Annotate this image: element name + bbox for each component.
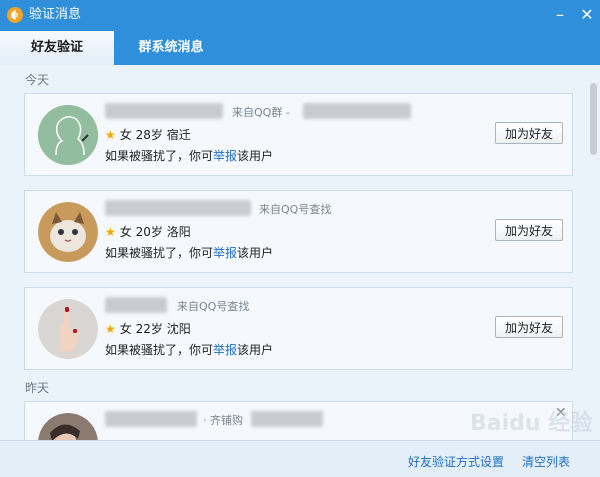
group-name-redacted bbox=[303, 103, 411, 119]
verification-window: 验证消息 – ✕ 好友验证 群系统消息 今天 来自QQ群 - ★ 女 28岁 宿迁… bbox=[0, 0, 600, 477]
section-yesterday: 昨天 bbox=[25, 381, 50, 395]
gender: 女 bbox=[119, 128, 132, 142]
default-avatar-icon bbox=[38, 105, 98, 165]
star-icon: ★ bbox=[105, 128, 116, 142]
report-hint: 如果被骚扰了，你可举报该用户 bbox=[105, 343, 274, 357]
close-window-button[interactable]: ✕ bbox=[576, 4, 598, 26]
profile-info: ★ 女 28岁 宿迁 bbox=[105, 126, 191, 143]
request-source: · 齐铺购 bbox=[203, 414, 243, 427]
tab-group-system-messages[interactable]: 群系统消息 bbox=[114, 31, 228, 65]
request-source: 来自QQ群 - bbox=[232, 106, 290, 119]
title-bar[interactable]: 验证消息 – ✕ bbox=[0, 0, 600, 31]
username-redacted bbox=[105, 200, 251, 216]
clear-list-link[interactable]: 清空列表 bbox=[522, 453, 570, 470]
section-today: 今天 bbox=[25, 73, 50, 87]
add-friend-button[interactable]: 加为好友 bbox=[495, 219, 563, 241]
age: 28岁 bbox=[135, 128, 163, 142]
city: 宿迁 bbox=[166, 128, 191, 142]
city: 沈阳 bbox=[166, 322, 191, 336]
report-hint: 如果被骚扰了，你可举报该用户 bbox=[105, 246, 274, 260]
report-hint: 如果被骚扰了，你可举报该用户 bbox=[105, 149, 274, 163]
report-link[interactable]: 举报 bbox=[213, 149, 237, 163]
report-link[interactable]: 举报 bbox=[213, 246, 237, 260]
footer-bar: 好友验证方式设置 清空列表 bbox=[0, 440, 600, 477]
profile-info: ★ 女 20岁 洛阳 bbox=[105, 223, 191, 240]
username-redacted bbox=[105, 103, 223, 119]
add-friend-button[interactable]: 加为好友 bbox=[495, 122, 563, 144]
gender: 女 bbox=[119, 225, 132, 239]
username-redacted bbox=[105, 411, 197, 427]
star-icon: ★ bbox=[105, 225, 116, 239]
request-source: 来自QQ号查找 bbox=[259, 203, 332, 216]
avatar[interactable] bbox=[38, 299, 98, 359]
avatar[interactable] bbox=[38, 105, 98, 165]
report-link[interactable]: 举报 bbox=[213, 343, 237, 357]
qq-app-icon bbox=[7, 7, 23, 23]
age: 20岁 bbox=[135, 225, 163, 239]
hand-photo-icon bbox=[38, 299, 98, 359]
minimize-button[interactable]: – bbox=[549, 4, 571, 26]
gender: 女 bbox=[119, 322, 132, 336]
group-name-redacted bbox=[251, 411, 323, 427]
profile-info: ★ 女 22岁 沈阳 bbox=[105, 320, 191, 337]
friend-request-card: 来自QQ群 - ★ 女 28岁 宿迁 如果被骚扰了，你可举报该用户 加为好友 bbox=[24, 93, 573, 176]
friend-request-card: 来自QQ号查找 ★ 女 20岁 洛阳 如果被骚扰了，你可举报该用户 加为好友 bbox=[24, 190, 573, 273]
avatar[interactable] bbox=[38, 202, 98, 262]
cat-photo-icon bbox=[38, 202, 98, 262]
add-friend-button[interactable]: 加为好友 bbox=[495, 316, 563, 338]
username-redacted bbox=[105, 297, 167, 313]
friend-request-card: 来自QQ号查找 ★ 女 22岁 沈阳 如果被骚扰了，你可举报该用户 加为好友 bbox=[24, 287, 573, 370]
scrollbar-thumb[interactable] bbox=[590, 83, 597, 155]
city: 洛阳 bbox=[166, 225, 191, 239]
request-source: 来自QQ号查找 bbox=[177, 300, 250, 313]
verification-settings-link[interactable]: 好友验证方式设置 bbox=[408, 453, 504, 470]
tab-bar: 好友验证 群系统消息 bbox=[0, 31, 600, 65]
age: 22岁 bbox=[135, 322, 163, 336]
star-icon: ★ bbox=[105, 322, 116, 336]
tab-friend-verification[interactable]: 好友验证 bbox=[0, 31, 114, 65]
window-title: 验证消息 bbox=[29, 7, 82, 22]
baidu-watermark: Baidu 经验 bbox=[470, 411, 593, 436]
